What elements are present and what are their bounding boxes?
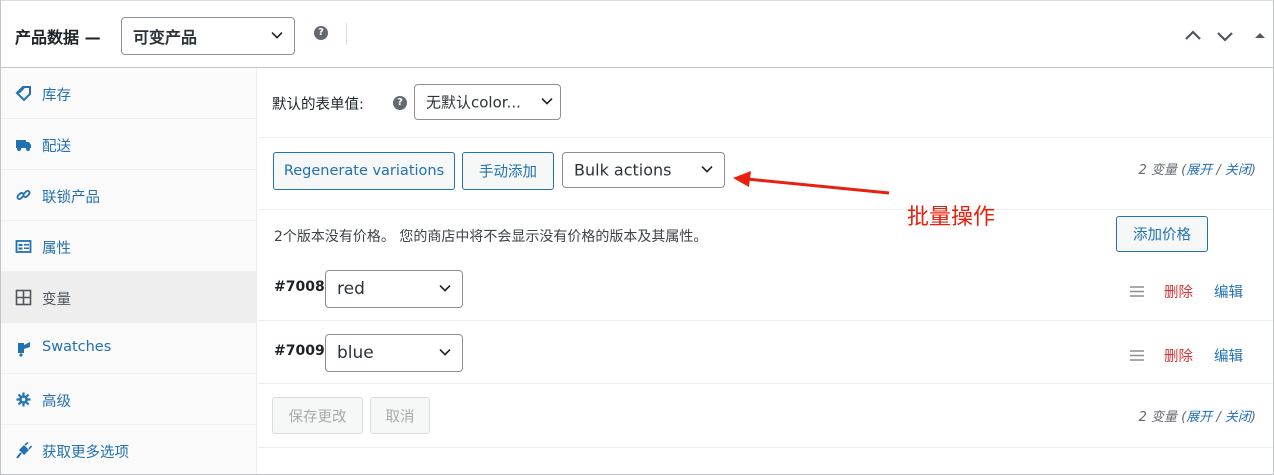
collapse-all-link[interactable]: 关闭 bbox=[1225, 163, 1251, 178]
notice-text: 2个版本没有价格。 您的商店中将不会显示没有价格的版本及其属性。 bbox=[274, 229, 708, 245]
edit-variation-link[interactable]: 编辑 bbox=[1214, 281, 1243, 302]
panel-header: 产品数据 — 可变产品 ? bbox=[1, 1, 1273, 68]
add-price-button[interactable]: 添加价格 bbox=[1116, 216, 1208, 252]
tab-get-more-options[interactable]: 获取更多选项 bbox=[1, 425, 257, 475]
product-data-tabs: 库存 配送 联锁产品 属性 变量 Swatches 高级 获取更多选项 bbox=[1, 68, 257, 474]
tab-shipping[interactable]: 配送 bbox=[1, 119, 257, 170]
tab-advanced[interactable]: 高级 bbox=[1, 374, 257, 425]
bulk-actions-select[interactable]: Bulk actions bbox=[562, 152, 725, 188]
grid-icon bbox=[15, 289, 32, 306]
divider bbox=[346, 23, 347, 45]
default-color-select[interactable]: 无默认color... bbox=[414, 84, 561, 120]
variation-row: #7009 blue 删除 编辑 bbox=[258, 321, 1273, 384]
help-icon[interactable]: ? bbox=[314, 26, 328, 40]
regenerate-variations-button[interactable]: Regenerate variations bbox=[273, 152, 455, 190]
variations-count: 2 变量 (展开 / 关闭) bbox=[1139, 406, 1256, 425]
delete-variation-link[interactable]: 删除 bbox=[1164, 345, 1193, 366]
count-text: ) bbox=[1250, 163, 1256, 178]
link-icon bbox=[16, 190, 31, 200]
manual-add-button[interactable]: 手动添加 bbox=[462, 152, 554, 190]
no-price-notice: 2个版本没有价格。 您的商店中将不会显示没有价格的版本及其属性。 添加价格 bbox=[258, 210, 1273, 262]
separator: / bbox=[1212, 163, 1225, 178]
expand-all-link[interactable]: 展开 bbox=[1186, 163, 1212, 178]
swatches-icon bbox=[18, 342, 30, 357]
cancel-button[interactable]: 取消 bbox=[370, 397, 430, 434]
tab-attributes[interactable]: 属性 bbox=[1, 221, 257, 272]
chevron-down-icon bbox=[541, 98, 553, 105]
variation-row: #7008 red 删除 编辑 bbox=[258, 262, 1273, 321]
variations-count: 2 变量 (展开 / 关闭) bbox=[1139, 159, 1256, 178]
variations-footer: 保存更改 取消 2 变量 (展开 / 关闭) bbox=[258, 384, 1273, 448]
tab-label: Swatches bbox=[42, 339, 112, 355]
variation-color-value: red bbox=[337, 279, 365, 299]
button-label: Regenerate variations bbox=[283, 163, 445, 179]
tab-label: 获取更多选项 bbox=[42, 445, 129, 461]
tab-label: 属性 bbox=[42, 241, 71, 257]
button-label: 手动添加 bbox=[479, 164, 537, 181]
delete-variation-link[interactable]: 删除 bbox=[1164, 281, 1193, 302]
variation-color-select[interactable]: red bbox=[325, 270, 463, 308]
count-text: 2 变量 ( bbox=[1138, 163, 1187, 178]
move-down-icon[interactable] bbox=[1214, 25, 1236, 47]
annotation-arrow bbox=[733, 171, 890, 195]
product-type-select[interactable]: 可变产品 bbox=[121, 17, 295, 55]
annotation-label: 批量操作 bbox=[907, 205, 996, 230]
tab-label: 联锁产品 bbox=[42, 190, 100, 206]
tab-label: 变量 bbox=[42, 292, 71, 308]
count-text: ) bbox=[1250, 410, 1256, 425]
save-changes-button[interactable]: 保存更改 bbox=[272, 397, 363, 434]
default-values-row: 默认的表单值: ? 无默认color... bbox=[258, 68, 1273, 138]
variation-color-value: blue bbox=[337, 343, 374, 363]
variations-panel: 默认的表单值: ? 无默认color... Regenerate variati… bbox=[258, 68, 1273, 474]
chevron-down-icon bbox=[701, 166, 713, 173]
gear-icon bbox=[16, 392, 31, 407]
collapse-toggle-icon[interactable] bbox=[1249, 25, 1271, 47]
panel-title: 产品数据 — bbox=[15, 28, 101, 47]
inventory-tag-icon bbox=[15, 86, 31, 102]
chevron-down-icon bbox=[439, 285, 451, 292]
chevron-down-icon bbox=[439, 349, 451, 356]
count-text: 2 变量 ( bbox=[1138, 410, 1187, 425]
attributes-card-icon bbox=[15, 240, 32, 253]
tab-label: 高级 bbox=[42, 394, 71, 410]
truck-icon bbox=[16, 140, 31, 151]
button-label: 保存更改 bbox=[288, 409, 347, 425]
variation-id: #7008 bbox=[274, 279, 325, 295]
drag-handle-icon[interactable] bbox=[1130, 350, 1144, 361]
chevron-down-icon bbox=[271, 32, 283, 39]
product-type-value: 可变产品 bbox=[133, 28, 198, 47]
button-label: 取消 bbox=[385, 409, 415, 425]
tab-swatches[interactable]: Swatches bbox=[1, 323, 257, 374]
separator: / bbox=[1212, 410, 1225, 425]
edit-variation-link[interactable]: 编辑 bbox=[1214, 345, 1243, 366]
move-up-icon[interactable] bbox=[1182, 25, 1204, 47]
expand-all-link[interactable]: 展开 bbox=[1186, 410, 1212, 425]
variation-color-select[interactable]: blue bbox=[325, 334, 463, 372]
tab-variations[interactable]: 变量 bbox=[1, 272, 257, 323]
collapse-all-link[interactable]: 关闭 bbox=[1225, 410, 1251, 425]
help-icon[interactable]: ? bbox=[393, 96, 407, 110]
default-color-value: 无默认color... bbox=[426, 93, 521, 112]
variation-id: #7009 bbox=[274, 343, 325, 359]
tab-linked-products[interactable]: 联锁产品 bbox=[1, 170, 257, 221]
bulk-actions-value: Bulk actions bbox=[574, 160, 672, 180]
button-label: 添加价格 bbox=[1133, 227, 1191, 244]
product-data-panel: 产品数据 — 可变产品 ? 库存 配送 联锁产品 属性 变量 Swatches … bbox=[0, 0, 1274, 475]
tab-label: 库存 bbox=[42, 88, 71, 104]
tab-label: 配送 bbox=[42, 139, 71, 155]
default-values-label: 默认的表单值: bbox=[272, 97, 364, 113]
plugin-icon bbox=[16, 442, 32, 459]
tab-inventory[interactable]: 库存 bbox=[1, 68, 257, 119]
drag-handle-icon[interactable] bbox=[1130, 286, 1144, 297]
